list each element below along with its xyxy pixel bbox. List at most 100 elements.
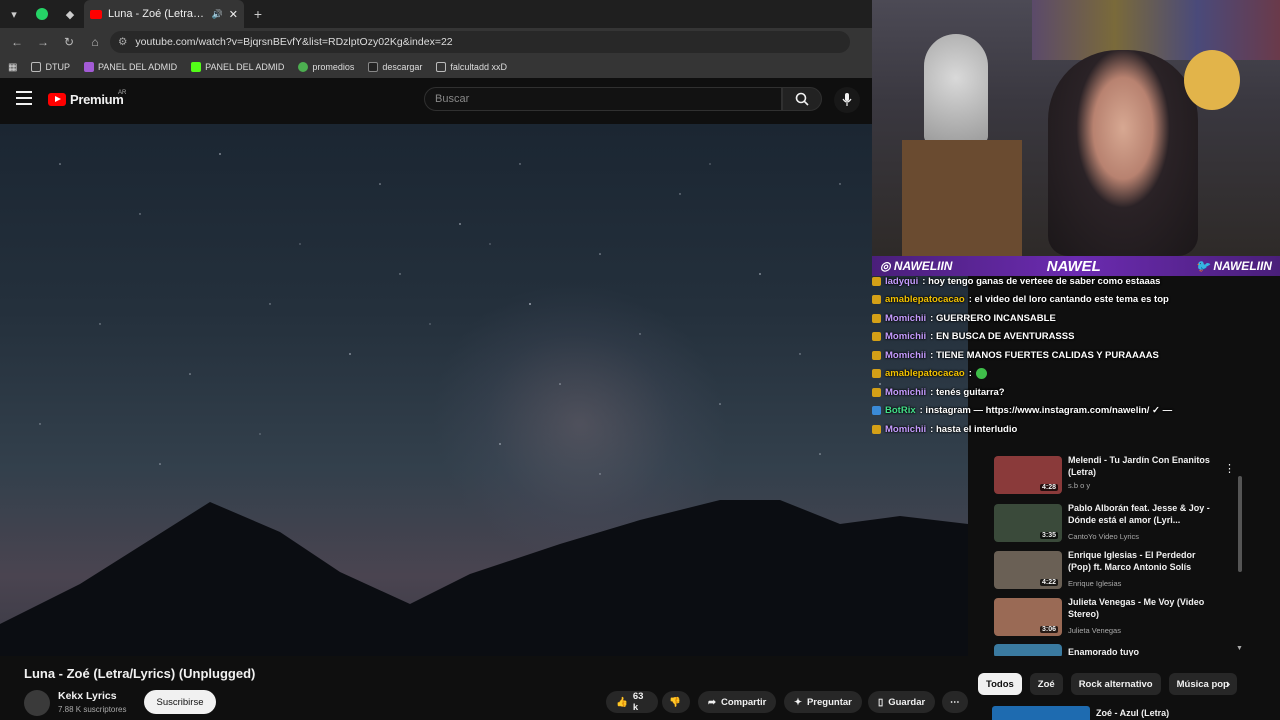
bookmark-item[interactable]: promedios <box>298 62 354 72</box>
youtube-logo[interactable]: Premium <box>48 92 124 107</box>
chip-todos[interactable]: Todos <box>978 673 1022 695</box>
chevron-down-icon[interactable]: ▼ <box>1236 645 1243 652</box>
video-thumbnail[interactable] <box>994 644 1062 656</box>
bookmark-favicon-icon <box>368 62 379 72</box>
chat-text: : tenés guitarra? <box>930 386 1005 398</box>
bookmark-item[interactable]: DTUP <box>31 62 70 72</box>
share-button[interactable]: ➦ Compartir <box>698 691 777 713</box>
ask-label: Preguntar <box>806 696 852 708</box>
bookmark-item[interactable]: PANEL DEL ADMID <box>83 62 177 72</box>
bookmark-item[interactable]: PANEL DEL ADMID <box>191 62 284 72</box>
search-input[interactable]: Buscar <box>424 87 782 111</box>
video-thumbnail[interactable]: 3:35 <box>994 504 1062 542</box>
playlist-item[interactable]: 3:35 Pablo Alborán feat. Jesse & Joy - D… <box>994 502 1234 546</box>
browser-tab-bar: ▾ ◆ Luna - Zoé (Letra/Lyrics) (U 🔊 ✕ + <box>0 0 872 28</box>
like-count: 63 k <box>632 691 644 713</box>
hamburger-menu-icon[interactable] <box>16 91 32 105</box>
playlist-item[interactable]: Enamorado tuyo <box>994 642 1234 656</box>
forward-arrow-icon[interactable]: → <box>32 31 54 53</box>
ask-button[interactable]: ✦ Preguntar <box>784 691 862 713</box>
video-thumbnail[interactable]: 4:22 <box>994 551 1062 589</box>
more-vertical-icon[interactable]: ⋮ <box>1224 462 1235 475</box>
video-player[interactable] <box>0 124 968 656</box>
youtube-favicon-icon <box>90 9 102 19</box>
playlist-item[interactable]: 4:28 Melendi - Tu Jardín Con Enanitos (L… <box>994 454 1235 498</box>
bot-badge-icon <box>872 406 881 416</box>
new-tab-button[interactable]: + <box>244 0 272 28</box>
playlist-scrollbar[interactable] <box>1238 476 1242 572</box>
next-video-thumbnail[interactable] <box>992 706 1090 720</box>
chat-username: Momichii <box>885 386 927 398</box>
thumbs-up-icon: 👍 <box>616 696 628 708</box>
chat-text: : EN BUSCA DE AVENTURASSS <box>930 331 1075 343</box>
chat-text: : <box>968 368 972 380</box>
playlist-item[interactable]: 3:06 Julieta Venegas - Me Voy (Video Ste… <box>994 596 1234 640</box>
chip-rock-alternativo[interactable]: Rock alternativo <box>1070 673 1161 695</box>
chat-text: : hoy tengo ganas de verteee de saber co… <box>922 275 1161 287</box>
speaker-icon[interactable]: 🔊 <box>212 9 223 20</box>
save-button[interactable]: ▯ Guardar <box>868 691 936 713</box>
home-icon[interactable]: ⌂ <box>84 31 106 53</box>
fan-image <box>924 34 988 144</box>
playlist-panel: 4:28 Melendi - Tu Jardín Con Enanitos (L… <box>980 432 1246 656</box>
site-info-icon[interactable]: ⚙ <box>118 36 127 48</box>
search-button[interactable] <box>782 87 822 111</box>
video-thumbnail[interactable]: 4:28 <box>994 456 1062 494</box>
bookmark-item[interactable]: falcultadd xxD <box>436 62 507 72</box>
chip-zoe[interactable]: Zoé <box>1029 673 1063 695</box>
chat-message: Momichii: TIENE MANOS FUERTES CALIDAS Y … <box>872 346 1252 365</box>
sub-badge-icon <box>872 332 881 342</box>
streamer-image <box>1048 50 1198 256</box>
duration-badge: 4:22 <box>1039 579 1058 586</box>
address-bar[interactable]: ⚙ youtube.com/watch?v=BjqrsnBEvfY&list=R… <box>110 31 850 53</box>
chat-text: : el video del loro cantando este tema e… <box>968 294 1169 306</box>
playlist-item-title: Julieta Venegas - Me Voy (Video Stereo) <box>1068 597 1205 619</box>
youtube-brand-text: Premium <box>70 92 124 107</box>
instagram-icon: ◎ <box>880 259 894 273</box>
playlist-item-channel: Julieta Venegas <box>1068 626 1121 635</box>
voice-search-button[interactable] <box>834 87 860 113</box>
chevron-right-icon[interactable]: › <box>1226 676 1230 691</box>
plush-toy-image <box>1184 50 1240 110</box>
video-thumbnail[interactable]: 3:06 <box>994 598 1062 636</box>
chat-username: BotRix <box>885 405 916 417</box>
chat-text: : instagram — https://www.instagram.com/… <box>919 405 1173 417</box>
like-button[interactable]: 👍 63 k <box>606 691 658 713</box>
playlist-item-title: Enamorado tuyo <box>1068 647 1140 656</box>
save-label: Guardar <box>888 696 926 708</box>
dislike-button[interactable]: 👎 <box>662 691 690 713</box>
playlist-item-title: Pablo Alborán feat. Jesse & Joy - Dónde … <box>1068 503 1210 525</box>
chat-message: BotRix: instagram — https://www.instagra… <box>872 402 1252 421</box>
stream-chat: ladyqui: hoy tengo ganas de verteee de s… <box>872 272 1252 439</box>
bookmarks-bar: ▦ DTUP PANEL DEL ADMID PANEL DEL ADMID p… <box>0 56 872 78</box>
tab-list-icon[interactable]: ▾ <box>0 0 28 28</box>
close-tab-icon[interactable]: ✕ <box>229 8 238 21</box>
apps-grid-icon[interactable]: ▦ <box>8 62 17 73</box>
chat-message: Momichii: EN BUSCA DE AVENTURASSS <box>872 328 1252 347</box>
whatsapp-tab-icon[interactable] <box>28 0 56 28</box>
tab-active[interactable]: Luna - Zoé (Letra/Lyrics) (U 🔊 ✕ <box>84 0 244 28</box>
back-arrow-icon[interactable]: ← <box>6 31 28 53</box>
search-icon <box>795 92 809 106</box>
chat-message: amablepatocacao: el video del loro canta… <box>872 291 1252 310</box>
playlist-item-title: Enrique Iglesias - El Perdedor (Pop) ft.… <box>1068 550 1196 572</box>
channel-name[interactable]: Kekx Lyrics <box>58 690 117 702</box>
folder-icon <box>436 62 447 72</box>
reload-icon[interactable]: ↻ <box>58 31 80 53</box>
playlist-item-channel: Enrique Iglesias <box>1068 579 1122 588</box>
playlist-item[interactable]: 4:22 Enrique Iglesias - El Perdedor (Pop… <box>994 549 1234 593</box>
duration-badge: 4:28 <box>1039 484 1058 491</box>
subscribe-button[interactable]: Suscribirse <box>144 690 216 714</box>
chat-username: Momichii <box>885 331 927 343</box>
pinned-tab-icon[interactable]: ◆ <box>56 0 84 28</box>
chat-username: Momichii <box>885 423 927 435</box>
bookmark-item[interactable]: descargar <box>368 62 422 72</box>
twitter-icon: 🐦 <box>1195 259 1214 273</box>
video-title: Luna - Zoé (Letra/Lyrics) (Unplugged) <box>24 666 256 681</box>
more-actions-button[interactable]: ⋯ <box>942 691 968 713</box>
country-code: AR <box>118 90 127 96</box>
playlist-item-channel: CantoYo Video Lyrics <box>1068 532 1140 541</box>
chat-message: Momichii: GUERRERO INCANSABLE <box>872 309 1252 328</box>
url-text: youtube.com/watch?v=BjqrsnBEvfY&list=RDz… <box>135 36 453 48</box>
channel-avatar[interactable] <box>24 690 50 716</box>
